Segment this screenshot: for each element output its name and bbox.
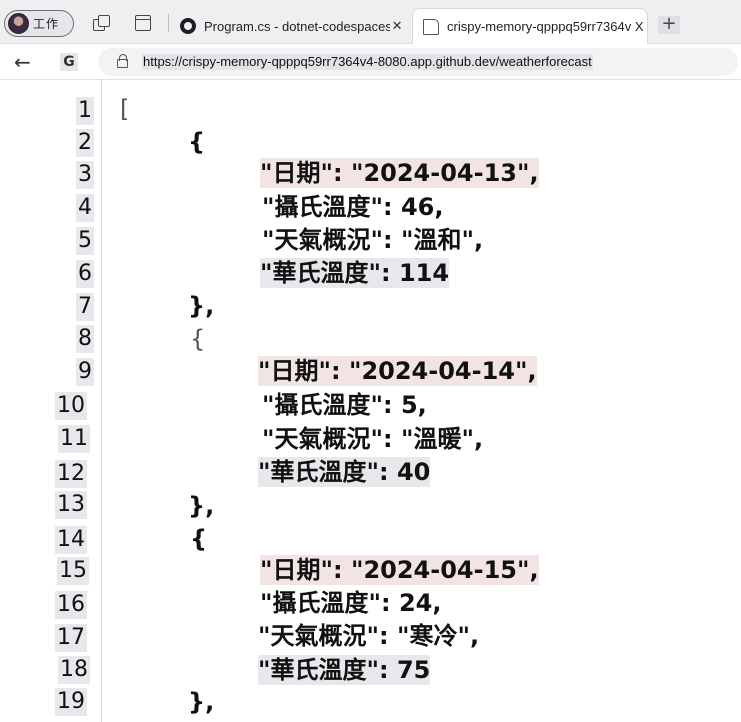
line-number: 5 xyxy=(76,227,94,255)
json-line: "日期": "2024-04-13", xyxy=(260,158,539,188)
json-line: "華氏溫度": 75 xyxy=(258,655,431,685)
json-line: "日期": "2024-04-14", xyxy=(258,356,537,386)
tab-program-cs[interactable]: Program.cs - dotnet-codespaces ✕ xyxy=(178,8,410,44)
line-number: 15 xyxy=(57,557,89,585)
lock-icon[interactable] xyxy=(117,54,128,68)
line-number: 8 xyxy=(76,325,94,353)
line-number: 14 xyxy=(55,526,87,554)
json-line: "日期": "2024-04-15", xyxy=(260,555,539,585)
page-icon xyxy=(423,18,439,35)
json-line: { xyxy=(190,525,208,553)
json-line: "天氣概況": "寒冷", xyxy=(258,622,480,650)
line-number: 2 xyxy=(76,129,94,157)
json-line: }, xyxy=(188,292,215,320)
back-arrow-icon[interactable]: ← xyxy=(14,50,31,74)
line-number: 13 xyxy=(55,491,87,519)
line-number: 4 xyxy=(76,194,94,222)
line-number: 6 xyxy=(76,260,94,288)
line-number: 11 xyxy=(58,425,90,453)
avatar xyxy=(8,13,29,34)
tab-title: Program.cs - dotnet-codespaces xyxy=(204,18,391,34)
json-line: "華氏溫度": 114 xyxy=(260,258,450,288)
line-number: 16 xyxy=(55,591,87,619)
line-number: 12 xyxy=(55,460,87,488)
toolbar: ← G https://crispy-memory-qpppq59rr7364v… xyxy=(0,44,741,80)
close-icon[interactable]: ✕ xyxy=(390,18,404,34)
github-icon xyxy=(180,18,196,34)
json-line: "攝氏溫度": 5, xyxy=(262,391,427,419)
new-tab-button[interactable]: + xyxy=(658,15,680,34)
line-number: 10 xyxy=(55,392,87,420)
url-text[interactable]: https://crispy-memory-qpppq59rr7364v4-80… xyxy=(142,54,593,70)
g-icon[interactable]: G xyxy=(60,53,78,71)
line-number: 18 xyxy=(58,656,90,684)
line-number: 3 xyxy=(76,161,94,189)
json-line: { xyxy=(188,128,206,156)
json-line: }, xyxy=(188,688,215,716)
profile-button[interactable]: 工作 xyxy=(4,10,74,37)
line-number-gutter: 1 2 3 4 5 6 7 8 9 10 11 12 13 14 15 16 1… xyxy=(0,80,102,722)
address-bar[interactable]: https://crispy-memory-qpppq59rr7364v4-80… xyxy=(98,48,738,76)
json-line: "天氣概況": "溫和", xyxy=(262,226,484,254)
json-line: "攝氏溫度": 46, xyxy=(262,193,444,221)
json-line: "攝氏溫度": 24, xyxy=(260,589,442,617)
json-line: [ xyxy=(120,95,130,123)
json-line: { xyxy=(190,325,206,353)
tab-actions-icon[interactable] xyxy=(135,15,151,31)
tab-weatherforecast[interactable]: crispy-memory-qpppq59rr7364v X xyxy=(412,8,648,44)
tab-strip: 工作 Program.cs - dotnet-codespaces ✕ cris… xyxy=(0,0,741,44)
line-number: 1 xyxy=(76,97,94,125)
json-line: }, xyxy=(188,492,215,520)
profile-label: 工作 xyxy=(33,17,60,31)
workspaces-icon[interactable] xyxy=(93,15,110,31)
tab-title: crispy-memory-qpppq59rr7364v X xyxy=(447,19,644,34)
json-line: "華氏溫度": 40 xyxy=(258,457,431,487)
line-number: 7 xyxy=(76,293,94,321)
line-number: 19 xyxy=(55,688,87,716)
json-line: "天氣概況": "溫暖", xyxy=(262,425,484,453)
json-viewer: 1 2 3 4 5 6 7 8 9 10 11 12 13 14 15 16 1… xyxy=(0,80,741,722)
line-number: 17 xyxy=(55,624,87,652)
line-number: 9 xyxy=(76,358,94,386)
tab-separator xyxy=(168,14,169,32)
